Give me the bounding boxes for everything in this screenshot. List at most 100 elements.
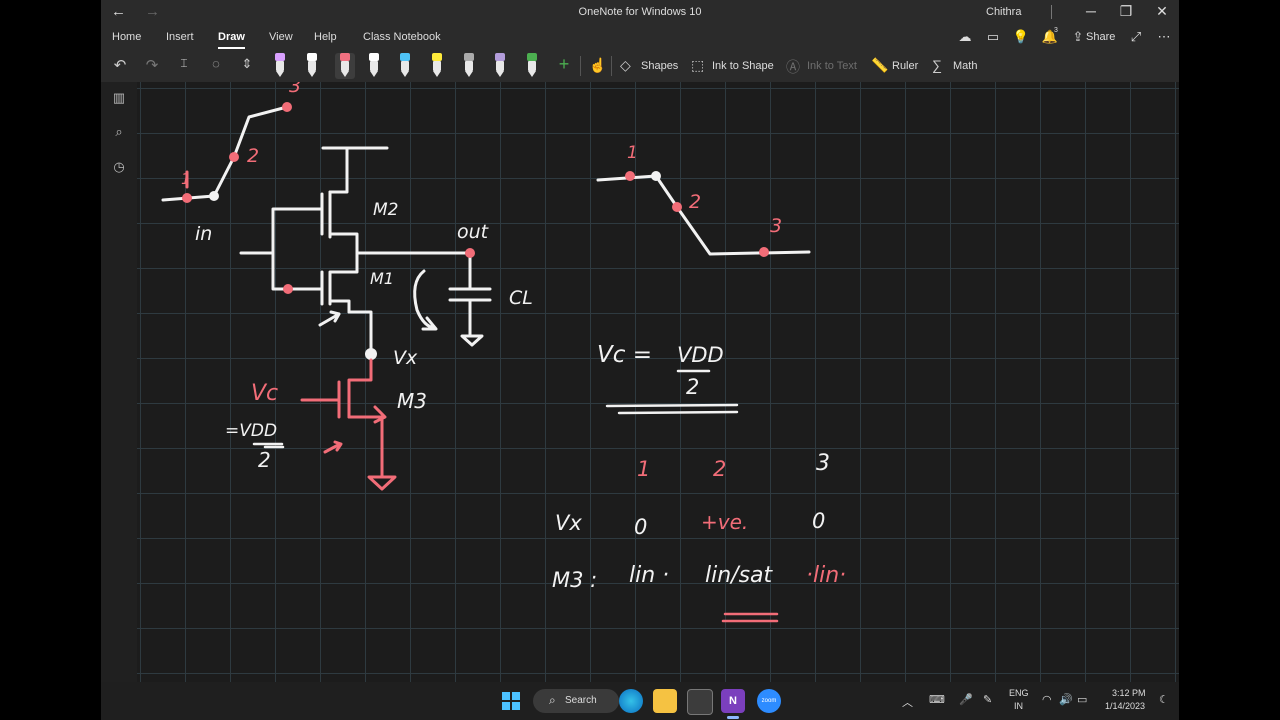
pen-body (401, 61, 409, 71)
table-header-1: 1 (637, 457, 650, 481)
tab-draw[interactable]: Draw (218, 31, 245, 49)
pen-tool-2[interactable] (304, 53, 320, 79)
pen-cap (340, 53, 350, 61)
start-button[interactable] (499, 689, 523, 713)
formula-numerator: VDD (677, 343, 724, 367)
gate-node (283, 284, 293, 294)
search-icon: ⌕ (549, 693, 556, 707)
tab-class-notebook[interactable]: Class Notebook (363, 31, 441, 43)
ruler-button[interactable]: Ruler (892, 60, 918, 72)
tab-insert[interactable]: Insert (166, 31, 194, 43)
row-m3-label: M3 : (552, 568, 597, 592)
zoom-icon[interactable]: zoom (757, 689, 781, 713)
ink-to-shape-button[interactable]: Ink to Shape (712, 60, 774, 72)
chevron-up-icon[interactable]: ︿ (902, 694, 913, 710)
user-name[interactable]: Chithra (986, 6, 1021, 18)
windows-logo-icon (502, 692, 520, 710)
immersive-reader-icon[interactable]: ▭ (984, 29, 1002, 47)
pen-body (528, 61, 536, 71)
label-cl: CL (509, 287, 533, 309)
wifi-icon[interactable]: ◠ (1042, 693, 1052, 706)
more-options-icon[interactable]: ⋯ (1155, 29, 1173, 47)
lightbulb-icon[interactable]: 💡 (1012, 29, 1030, 47)
battery-icon[interactable]: ▭ (1077, 693, 1087, 706)
note-canvas[interactable]: 3 2 1 in M2 M1 out CL Vx M3 Vc =VDD 2 1 … (137, 82, 1179, 682)
point-2 (229, 152, 239, 162)
recent-clock-icon[interactable]: ◷ (109, 159, 129, 179)
fullscreen-icon[interactable]: ⤢ (1127, 29, 1145, 47)
region-code[interactable]: IN (1014, 701, 1023, 711)
pen-tool-7[interactable] (461, 53, 477, 79)
taskbar-search[interactable]: ⌕ Search (533, 689, 619, 713)
math-icon: ∑ (932, 57, 942, 73)
clock-date[interactable]: 1/14/2023 (1105, 701, 1145, 711)
maximize-icon[interactable]: ❐ (1114, 3, 1138, 20)
add-pen-icon[interactable]: + (556, 54, 572, 74)
out-label-3: 3 (770, 215, 782, 237)
divider (580, 56, 581, 76)
math-button[interactable]: Math (953, 60, 977, 72)
edge-browser-icon[interactable] (619, 689, 643, 713)
add-space-icon[interactable]: ⇕ (238, 56, 256, 76)
out-point-3 (759, 247, 769, 257)
file-explorer-icon[interactable] (653, 689, 677, 713)
label-vx: Vx (393, 347, 418, 369)
label-2: 2 (247, 145, 259, 167)
pen-tool-4[interactable] (366, 53, 382, 79)
search-icon[interactable]: ⌕ (109, 124, 129, 144)
formula-lhs: Vc = (597, 342, 652, 368)
pen-tool-6[interactable] (429, 53, 445, 79)
underline-2 (617, 410, 739, 415)
label-vdd-eq: =VDD (225, 421, 277, 441)
pen-cap (369, 53, 379, 61)
moon-focus-icon[interactable]: ☾ (1159, 693, 1169, 706)
pen-tip (401, 71, 409, 77)
volume-icon[interactable]: 🔊 (1059, 693, 1073, 706)
shapes-icon: ◇ (620, 57, 631, 73)
row-m3-val-1: lin · (629, 563, 669, 588)
share-icon[interactable]: ⇪ (1069, 29, 1087, 47)
label-m2: M2 (373, 200, 398, 220)
keyboard-icon[interactable]: ⌨ (929, 693, 945, 706)
pen-cap (495, 53, 505, 61)
row-vx-val-3: 0 (812, 509, 825, 533)
label-m1: M1 (370, 269, 394, 288)
notebooks-icon[interactable]: ▥ (109, 90, 129, 110)
close-icon[interactable]: ✕ (1150, 3, 1174, 20)
title-bar: ← → OneNote for Windows 10 Chithra ─ ❐ ✕ (101, 0, 1179, 26)
store-icon[interactable] (687, 689, 713, 715)
pen-tool-1[interactable] (272, 53, 288, 79)
ink-to-text-button[interactable]: Ink to Text (807, 60, 857, 72)
touch-drawing-icon[interactable]: ☝ (589, 57, 606, 74)
tab-help[interactable]: Help (314, 31, 337, 43)
clock-time[interactable]: 3:12 PM (1112, 688, 1146, 698)
shapes-button[interactable]: Shapes (641, 60, 678, 72)
type-select-icon[interactable]: ⌶ (175, 56, 193, 76)
pen-tip (528, 71, 536, 77)
pen-tool-8[interactable] (492, 53, 508, 79)
tab-view[interactable]: View (269, 31, 293, 43)
pen-body (496, 61, 504, 71)
pen-tool-9[interactable] (524, 53, 540, 79)
notification-count: 3 (1054, 27, 1058, 34)
pen-menu-icon[interactable]: ✎ (983, 693, 992, 706)
out-node (465, 248, 475, 258)
microphone-icon[interactable]: 🎤 (959, 693, 973, 706)
onenote-icon[interactable]: N (721, 689, 745, 713)
out-point-1 (625, 171, 635, 181)
pen-tool-5[interactable] (397, 53, 413, 79)
pen-tool-3-selected[interactable] (335, 53, 355, 79)
row-vx-val-1: 0 (634, 515, 647, 539)
redo-icon[interactable]: ↷ (144, 56, 160, 76)
m3-transistor (300, 358, 397, 491)
table-header-2: 2 (713, 457, 726, 481)
tab-home[interactable]: Home (112, 31, 141, 43)
lasso-select-icon[interactable]: ◌ (207, 56, 225, 76)
minimize-icon[interactable]: ─ (1079, 3, 1103, 19)
share-button[interactable]: Share (1086, 31, 1115, 43)
pen-body (370, 61, 378, 71)
undo-icon[interactable]: ↶ (112, 56, 128, 76)
sync-cloud-icon[interactable]: ☁ (956, 29, 974, 47)
language-code[interactable]: ENG (1009, 688, 1029, 698)
underline-1 (605, 403, 739, 408)
